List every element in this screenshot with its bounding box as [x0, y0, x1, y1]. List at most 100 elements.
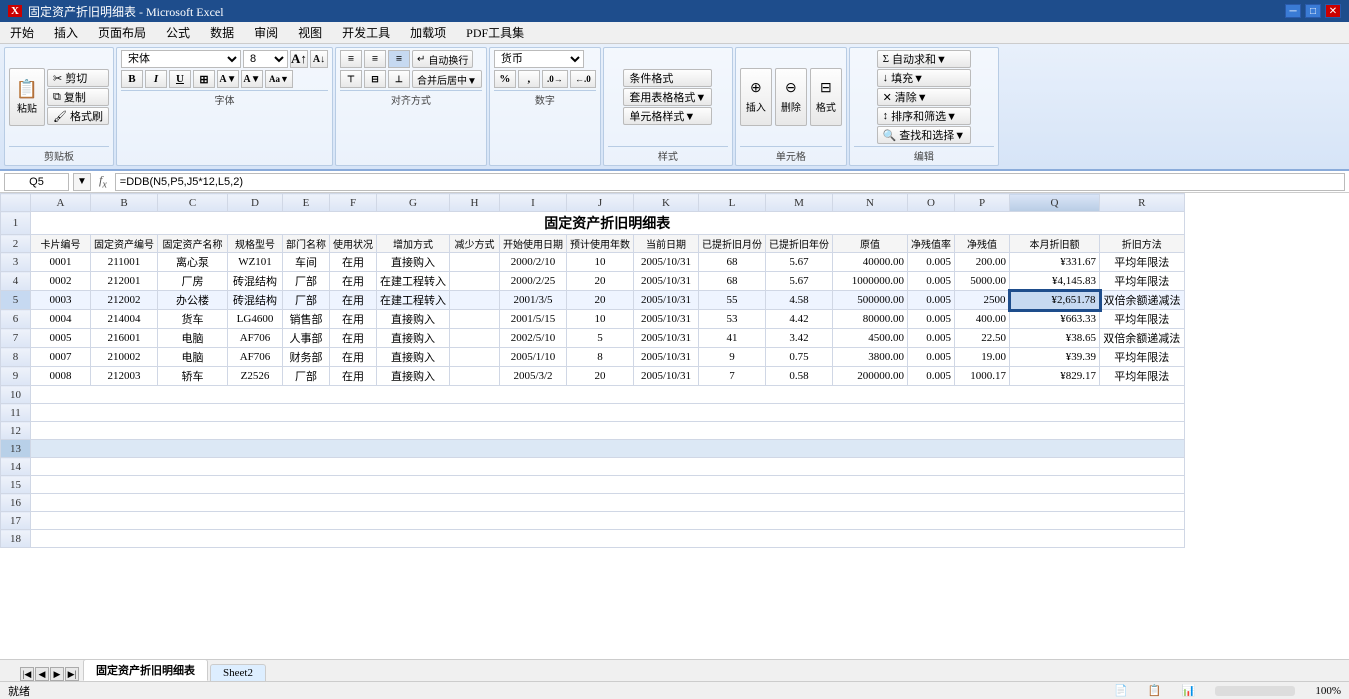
cell-q7[interactable]: ¥38.65: [1010, 329, 1100, 348]
cell-a7[interactable]: 0005: [31, 329, 91, 348]
number-format-select[interactable]: 货币: [494, 50, 584, 68]
cell-b9[interactable]: 212003: [91, 367, 158, 386]
cell-k9[interactable]: 2005/10/31: [634, 367, 699, 386]
top-align-button[interactable]: ⊤: [340, 70, 362, 88]
cell-p8[interactable]: 19.00: [955, 348, 1010, 367]
cell-r8[interactable]: 平均年限法: [1100, 348, 1185, 367]
cell-k4[interactable]: 2005/10/31: [634, 272, 699, 291]
comma-button[interactable]: ,: [518, 70, 540, 88]
col-header-d[interactable]: D: [228, 194, 283, 212]
decrease-decimal-button[interactable]: ←.0: [570, 70, 596, 88]
cell-f9[interactable]: 在用: [330, 367, 377, 386]
cell-h8[interactable]: [450, 348, 500, 367]
cell-h3[interactable]: [450, 253, 500, 272]
table-format-button[interactable]: 套用表格格式▼: [623, 88, 712, 106]
cell-d5[interactable]: 砖混结构: [228, 291, 283, 310]
menu-data[interactable]: 数据: [200, 22, 244, 43]
cell-l8[interactable]: 9: [699, 348, 766, 367]
format-button[interactable]: ⊟ 格式: [810, 68, 842, 126]
cell-n5[interactable]: 500000.00: [833, 291, 908, 310]
cut-button[interactable]: ✂ 剪切: [47, 69, 109, 87]
cell-q4[interactable]: ¥4,145.83: [1010, 272, 1100, 291]
cell-r5[interactable]: 双倍余额递减法: [1100, 291, 1185, 310]
bottom-align-button[interactable]: ⊥: [388, 70, 410, 88]
cell-d3[interactable]: WZ101: [228, 253, 283, 272]
cell-k3[interactable]: 2005/10/31: [634, 253, 699, 272]
cell-o5[interactable]: 0.005: [908, 291, 955, 310]
cell-n4[interactable]: 1000000.00: [833, 272, 908, 291]
cell-b5[interactable]: 212002: [91, 291, 158, 310]
col-header-n[interactable]: N: [833, 194, 908, 212]
increase-decimal-button[interactable]: .0→: [542, 70, 568, 88]
cell-q8[interactable]: ¥39.39: [1010, 348, 1100, 367]
cell-o3[interactable]: 0.005: [908, 253, 955, 272]
cell-p3[interactable]: 200.00: [955, 253, 1010, 272]
tab-next-button[interactable]: ▶: [50, 667, 64, 681]
cell-l6[interactable]: 53: [699, 310, 766, 329]
cell-l5[interactable]: 55: [699, 291, 766, 310]
col-header-k[interactable]: K: [634, 194, 699, 212]
fill-button[interactable]: ↓ 填充▼: [877, 69, 972, 87]
cell-h9[interactable]: [450, 367, 500, 386]
cell-c7[interactable]: 电脑: [158, 329, 228, 348]
menu-start[interactable]: 开始: [0, 22, 44, 43]
cell-r6[interactable]: 平均年限法: [1100, 310, 1185, 329]
cell-i3[interactable]: 2000/2/10: [500, 253, 567, 272]
cell-l9[interactable]: 7: [699, 367, 766, 386]
cell-p9[interactable]: 1000.17: [955, 367, 1010, 386]
change-case-button[interactable]: Aa▼: [265, 70, 293, 88]
col-header-m[interactable]: M: [766, 194, 833, 212]
cell-f6[interactable]: 在用: [330, 310, 377, 329]
font-size-select[interactable]: 8: [243, 50, 288, 68]
cell-a8[interactable]: 0007: [31, 348, 91, 367]
cell-c5[interactable]: 办公楼: [158, 291, 228, 310]
cell-m4[interactable]: 5.67: [766, 272, 833, 291]
cell-g3[interactable]: 直接购入: [377, 253, 450, 272]
cell-q9[interactable]: ¥829.17: [1010, 367, 1100, 386]
cell-o9[interactable]: 0.005: [908, 367, 955, 386]
cell-p6[interactable]: 400.00: [955, 310, 1010, 329]
cell-o7[interactable]: 0.005: [908, 329, 955, 348]
cell-g4[interactable]: 在建工程转入: [377, 272, 450, 291]
col-header-c[interactable]: C: [158, 194, 228, 212]
cell-j6[interactable]: 10: [567, 310, 634, 329]
tab-last-button[interactable]: ▶|: [65, 667, 79, 681]
view-mode-pagebreak[interactable]: 📊: [1182, 684, 1196, 697]
cell-reference-input[interactable]: [4, 173, 69, 191]
menu-page-layout[interactable]: 页面布局: [88, 22, 156, 43]
cell-a9[interactable]: 0008: [31, 367, 91, 386]
cell-i5[interactable]: 2001/3/5: [500, 291, 567, 310]
cell-h5[interactable]: [450, 291, 500, 310]
cell-m3[interactable]: 5.67: [766, 253, 833, 272]
cell-a4[interactable]: 0002: [31, 272, 91, 291]
fill-color-button[interactable]: A▼: [217, 70, 239, 88]
cell-i9[interactable]: 2005/3/2: [500, 367, 567, 386]
cell-r9[interactable]: 平均年限法: [1100, 367, 1185, 386]
cell-a3[interactable]: 0001: [31, 253, 91, 272]
view-mode-normal[interactable]: 📄: [1114, 684, 1128, 697]
cell-d8[interactable]: AF706: [228, 348, 283, 367]
paste-button[interactable]: 📋 粘贴: [9, 68, 45, 126]
font-grow-button[interactable]: A↑: [290, 50, 308, 68]
cell-b8[interactable]: 210002: [91, 348, 158, 367]
cell-e9[interactable]: 厂部: [283, 367, 330, 386]
col-header-p[interactable]: P: [955, 194, 1010, 212]
cell-k6[interactable]: 2005/10/31: [634, 310, 699, 329]
cell-n3[interactable]: 40000.00: [833, 253, 908, 272]
menu-view[interactable]: 视图: [288, 22, 332, 43]
conditional-format-button[interactable]: 条件格式: [623, 69, 712, 87]
col-header-q[interactable]: Q: [1010, 194, 1100, 212]
tab-prev-button[interactable]: ◀: [35, 667, 49, 681]
col-header-e[interactable]: E: [283, 194, 330, 212]
cell-j5[interactable]: 20: [567, 291, 634, 310]
cell-g7[interactable]: 直接购入: [377, 329, 450, 348]
sheet-area[interactable]: A B C D E F G H I J K L M N O P Q: [0, 193, 1349, 659]
menu-addins[interactable]: 加载项: [400, 22, 456, 43]
cell-i7[interactable]: 2002/5/10: [500, 329, 567, 348]
cell-p7[interactable]: 22.50: [955, 329, 1010, 348]
cell-h4[interactable]: [450, 272, 500, 291]
cell-f7[interactable]: 在用: [330, 329, 377, 348]
cell-l4[interactable]: 68: [699, 272, 766, 291]
align-center-button[interactable]: ≡: [364, 50, 386, 68]
zoom-slider[interactable]: [1215, 686, 1295, 696]
